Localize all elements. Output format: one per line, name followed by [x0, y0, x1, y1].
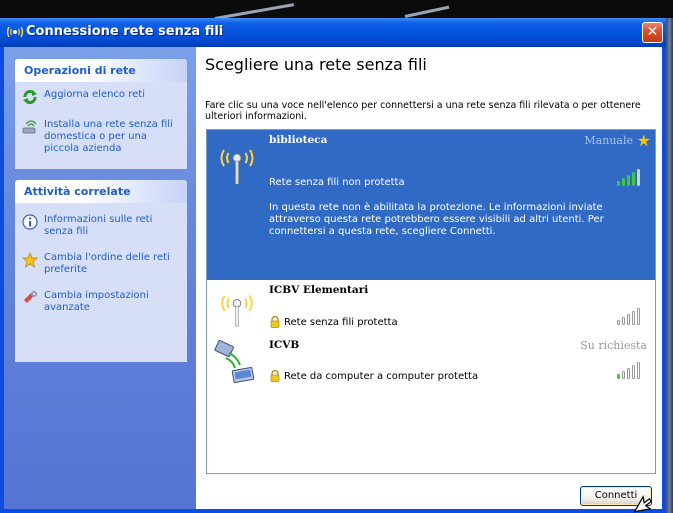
task-label: Aggiorna elenco reti — [44, 89, 145, 100]
signal-bar — [632, 172, 635, 186]
task-label: Installa una rete senza fili domestica o… — [44, 119, 173, 154]
wireless-connection-window: Connessione rete senza fili ✕ Operazioni… — [0, 18, 666, 513]
network-name: biblioteca — [269, 134, 328, 146]
task-label: Informazioni sulle reti senza fili — [44, 214, 153, 237]
network-list: biblioteca Manuale ★ Rete senza fili non… — [206, 129, 656, 474]
panel-header[interactable]: Operazioni di rete — [15, 59, 187, 82]
network-item-biblioteca[interactable]: biblioteca Manuale ★ Rete senza fili non… — [207, 130, 655, 280]
signal-strength-icon — [617, 169, 643, 186]
signal-bar — [622, 371, 625, 379]
network-security-status: Rete da computer a computer protetta — [284, 371, 479, 382]
signal-bar — [622, 317, 625, 325]
signal-bar — [627, 314, 630, 325]
info-icon — [22, 214, 38, 230]
network-mode: Manuale — [584, 134, 633, 147]
setup-wireless-network-link[interactable]: Installa una rete senza fili domestica o… — [15, 119, 187, 155]
signal-bar — [627, 368, 630, 379]
network-name: ICVB — [269, 339, 300, 351]
task-label: Cambia impostazioni avanzate — [44, 290, 149, 313]
wireless-antenna-icon — [220, 149, 254, 185]
change-advanced-settings-link[interactable]: Cambia impostazioni avanzate — [15, 290, 187, 314]
lock-icon — [270, 316, 280, 328]
signal-bar — [617, 374, 620, 379]
signal-strength-icon — [617, 308, 643, 325]
refresh-network-list-link[interactable]: Aggiorna elenco reti — [15, 89, 187, 105]
network-tasks-panel: Operazioni di rete Aggiorna elenco reti … — [15, 59, 187, 169]
signal-bar — [627, 175, 630, 186]
signal-bar — [637, 362, 640, 379]
panel-header[interactable]: Attività correlate — [15, 180, 187, 203]
signal-bar — [637, 308, 640, 325]
instructions-text: Fare clic su una voce nell'elenco per co… — [205, 100, 641, 122]
close-button[interactable]: ✕ — [642, 22, 663, 43]
main-content: Scegliere una rete senza fili Fare clic … — [196, 47, 662, 509]
network-item-icbv-elementari[interactable]: ICBV Elementari Rete senza fili protetta — [207, 280, 655, 335]
wireless-network-icon — [6, 26, 24, 38]
lock-icon — [270, 370, 280, 382]
network-security-status: Rete senza fili non protetta — [269, 177, 405, 188]
signal-bar — [632, 311, 635, 325]
mouse-cursor-icon — [633, 495, 652, 513]
setup-wireless-icon — [22, 120, 37, 134]
signal-bar — [632, 365, 635, 379]
wireless-antenna-icon — [221, 295, 253, 327]
task-sidebar: Operazioni di rete Aggiorna elenco reti … — [4, 47, 196, 509]
title-bar[interactable]: Connessione rete senza fili ✕ — [0, 18, 666, 47]
related-tasks-panel: Attività correlate Informazioni sulle re… — [15, 180, 187, 362]
signal-bar — [617, 320, 620, 325]
network-item-icvb[interactable]: ICVB Su richiesta Rete da computer a com… — [207, 335, 655, 393]
preferred-star-icon: ★ — [636, 131, 651, 150]
settings-icon — [24, 291, 37, 303]
window-title: Connessione rete senza fili — [26, 24, 224, 39]
star-icon — [22, 252, 38, 268]
desktop-background — [0, 0, 673, 18]
signal-bar — [637, 169, 640, 186]
computer-to-computer-icon — [214, 340, 255, 383]
security-warning-text: In questa rete non è abilitata la protez… — [269, 202, 604, 237]
signal-strength-icon — [617, 362, 643, 379]
refresh-icon — [23, 89, 37, 105]
signal-bar — [622, 178, 625, 186]
change-preferred-order-link[interactable]: Cambia l'ordine delle reti preferite — [15, 252, 187, 276]
page-title: Scegliere una rete senza fili — [205, 55, 427, 74]
task-label: Cambia l'ordine delle reti preferite — [44, 252, 170, 275]
signal-bar — [617, 181, 620, 186]
network-mode: Su richiesta — [580, 339, 647, 352]
wireless-info-link[interactable]: Informazioni sulle reti senza fili — [15, 214, 187, 238]
network-name: ICBV Elementari — [269, 284, 369, 296]
desktop-background-right — [666, 18, 673, 513]
network-security-status: Rete senza fili protetta — [284, 317, 398, 328]
